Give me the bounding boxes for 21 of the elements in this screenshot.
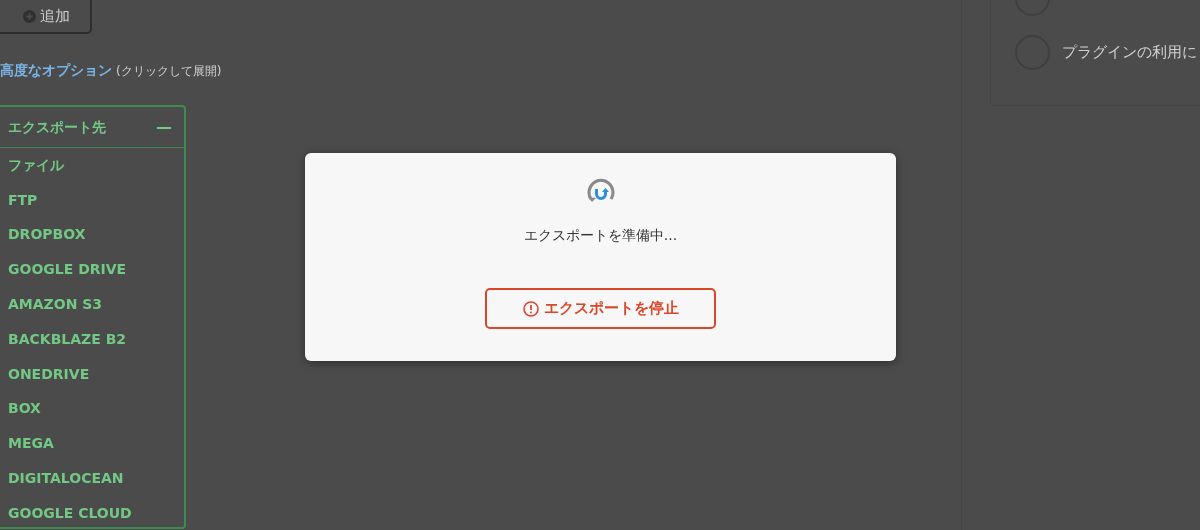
destination-item[interactable]: GOOGLE CLOUD [8,502,132,524]
advanced-options-link[interactable]: 高度なオプション [0,60,112,81]
add-button[interactable]: 追加 [0,0,92,34]
destination-item[interactable]: MEGA [8,433,54,455]
panel-title: エクスポート先 [8,117,106,137]
destination-item[interactable]: DIGITALOCEAN [8,468,124,490]
destination-item[interactable]: AMAZON S3 [8,294,103,316]
collapse-button[interactable]: — [156,115,172,139]
destination-item[interactable]: DROPBOX [8,224,86,246]
plus-icon [22,9,36,23]
expand-hint: (クリックして展開) [116,63,222,80]
destination-item[interactable]: BOX [8,398,41,420]
destination-item[interactable]: FTP [8,189,38,211]
status-message: エクスポートを準備中... [523,226,678,245]
destination-item[interactable]: ONEDRIVE [8,363,90,385]
destination-item[interactable]: ファイル [8,154,64,176]
destination-item[interactable]: BACKBLAZE B2 [8,328,127,350]
alert-icon [522,300,539,317]
option-label: プラグインの利用に [1062,41,1197,63]
destination-item[interactable]: GOOGLE DRIVE [8,259,127,281]
stop-export-button[interactable]: エクスポートを停止 [485,288,716,329]
